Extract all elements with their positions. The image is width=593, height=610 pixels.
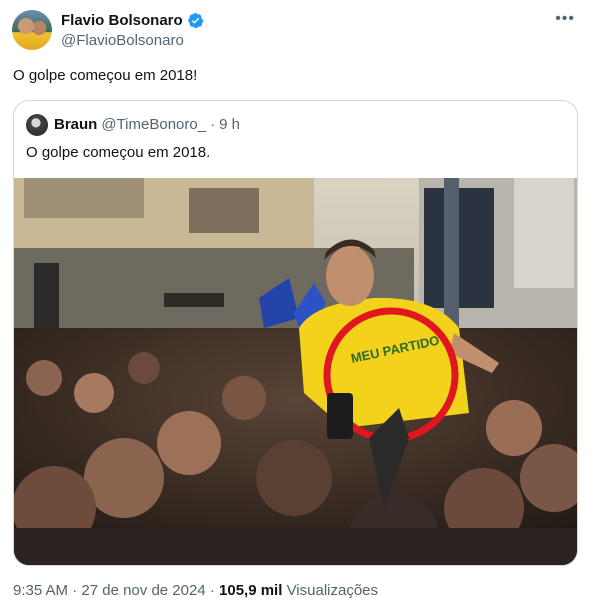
quoted-time: 9 h — [219, 116, 240, 133]
more-options-icon[interactable]: ••• — [555, 10, 575, 28]
footer-separator: · — [72, 582, 78, 599]
crowd-photo: MEU PARTIDO — [14, 178, 577, 565]
author-avatar[interactable] — [12, 10, 52, 50]
tweet-text: O golpe começou em 2018! — [13, 67, 198, 84]
tweet-footer: 9:35 AM · 27 de nov de 2024 · 105,9 mil … — [13, 582, 378, 599]
quoted-tweet[interactable]: Braun @TimeBonoro_ · 9 h O golpe começou… — [13, 100, 578, 566]
quoted-separator: · — [210, 116, 216, 133]
tweet-date[interactable]: 27 de nov de 2024 — [81, 582, 205, 599]
quoted-header: Braun @TimeBonoro_ · 9 h — [54, 116, 240, 133]
quoted-media-photo[interactable]: MEU PARTIDO — [14, 178, 577, 565]
footer-separator: · — [209, 582, 215, 599]
tweet: Flavio Bolsonaro @FlavioBolsonaro ••• O … — [0, 0, 593, 610]
quoted-author-handle: @TimeBonoro_ — [101, 116, 207, 133]
verified-badge-icon — [187, 12, 204, 29]
author-handle[interactable]: @FlavioBolsonaro — [61, 32, 184, 49]
author-name-row: Flavio Bolsonaro — [61, 12, 204, 29]
author-name[interactable]: Flavio Bolsonaro — [61, 12, 183, 29]
quoted-text: O golpe começou em 2018. — [26, 144, 211, 161]
tweet-time[interactable]: 9:35 AM — [13, 582, 68, 599]
quoted-author-name: Braun — [54, 116, 98, 133]
views-count: 105,9 mil — [219, 582, 283, 599]
quoted-avatar — [26, 114, 48, 136]
views-label: Visualizações — [286, 582, 379, 599]
